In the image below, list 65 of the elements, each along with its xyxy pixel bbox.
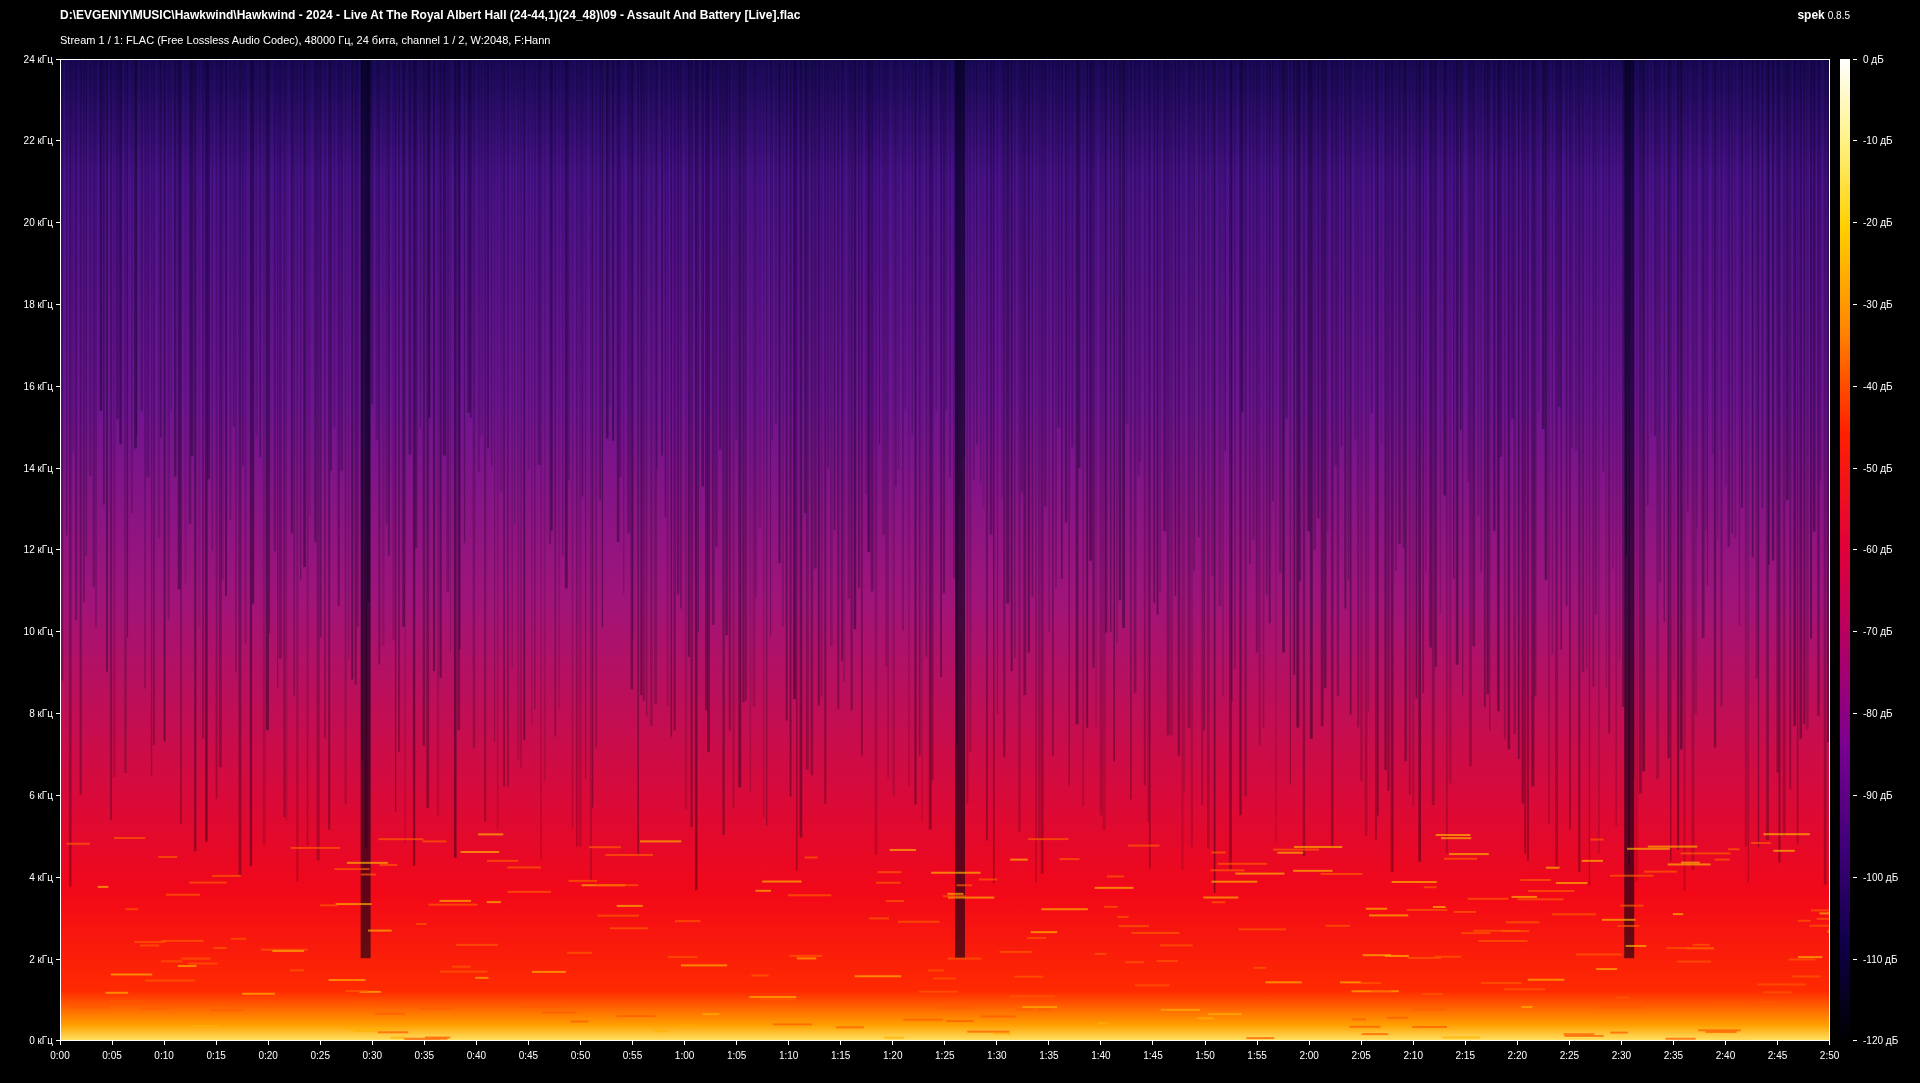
decibel-label: -110 дБ <box>1863 953 1898 965</box>
time-label: 2:10 <box>1403 1050 1423 1061</box>
decibel-label: -30 дБ <box>1863 299 1893 310</box>
time-label: 2:35 <box>1663 1050 1684 1061</box>
frequency-label: 20 кГц <box>23 217 53 229</box>
time-label: 2:05 <box>1351 1050 1371 1061</box>
time-label: 1:00 <box>674 1050 695 1061</box>
decibel-label: -100 дБ <box>1863 871 1899 883</box>
time-label: 1:35 <box>1039 1050 1059 1061</box>
frequency-label: 14 кГц <box>23 462 53 474</box>
time-label: 2:50 <box>1819 1050 1840 1061</box>
decibel-label: -60 дБ <box>1863 544 1893 556</box>
frequency-label: 12 кГц <box>23 544 53 556</box>
stream-info-text: Stream 1 / 1: FLAC (Free Lossless Audio Codec), 48000 Гц, 24 бита, channel 1 / 2, W:2048, F:Hann <box>60 34 552 46</box>
time-label: 0:25 <box>310 1050 330 1061</box>
app-version: 0.8.5 <box>1827 10 1850 21</box>
time-label: 0:15 <box>206 1050 226 1061</box>
time-label: 2:00 <box>1299 1050 1319 1061</box>
time-label: 2:15 <box>1455 1050 1475 1061</box>
time-label: 1:50 <box>1195 1050 1215 1061</box>
decibel-label: -40 дБ <box>1863 380 1893 392</box>
time-label: 0:40 <box>466 1050 487 1061</box>
time-label: 2:30 <box>1611 1050 1632 1061</box>
frequency-label: 16 кГц <box>23 380 53 392</box>
time-label: 2:20 <box>1507 1050 1528 1061</box>
frequency-label: 0 кГц <box>29 1035 53 1047</box>
time-label: 0:55 <box>622 1050 643 1061</box>
app-name: spek <box>1797 8 1825 22</box>
time-label: 0:05 <box>102 1050 122 1061</box>
time-label: 1:20 <box>883 1050 903 1061</box>
time-label: 2:25 <box>1559 1050 1580 1061</box>
time-label: 0:20 <box>258 1050 278 1061</box>
time-label: 0:00 <box>50 1050 70 1061</box>
decibel-label: -50 дБ <box>1863 462 1893 474</box>
frequency-label: 2 кГц <box>29 953 53 965</box>
frequency-label: 4 кГц <box>29 871 53 883</box>
time-label: 1:15 <box>830 1050 851 1061</box>
time-label: 0:45 <box>518 1050 539 1061</box>
decibel-label: -90 дБ <box>1863 789 1893 801</box>
decibel-label: -70 дБ <box>1863 626 1893 638</box>
frequency-label: 6 кГц <box>29 789 53 801</box>
time-label: 1:55 <box>1247 1050 1267 1061</box>
time-label: 0:50 <box>570 1050 591 1061</box>
frequency-label: 18 кГц <box>23 299 53 310</box>
frequency-label: 24 кГц <box>23 53 53 65</box>
decibel-label: -80 дБ <box>1863 708 1893 720</box>
decibel-label: 0 дБ <box>1863 53 1884 65</box>
time-label: 2:40 <box>1715 1050 1736 1061</box>
time-label: 2:45 <box>1767 1050 1788 1061</box>
decibel-label: -20 дБ <box>1863 217 1893 229</box>
time-label: 1:40 <box>1091 1050 1111 1061</box>
frequency-label: 8 кГц <box>29 708 53 720</box>
time-label: 0:35 <box>414 1050 435 1061</box>
decibel-label: -120 дБ <box>1863 1035 1899 1047</box>
frequency-label: 10 кГц <box>23 626 53 638</box>
time-label: 1:05 <box>726 1050 747 1061</box>
time-label: 1:45 <box>1143 1050 1163 1061</box>
time-label: 1:25 <box>935 1050 955 1061</box>
time-label: 0:10 <box>154 1050 174 1061</box>
decibel-label: -10 дБ <box>1863 135 1893 147</box>
time-label: 0:30 <box>362 1050 382 1061</box>
frequency-label: 22 кГц <box>23 135 53 147</box>
file-path-title: D:\EVGENIY\MUSIC\Hawkwind\Hawkwind - 2024 - Live At The Royal Albert Hall (24-44,1)(24_48)\09 - Assault And Battery [Live].flac <box>60 8 802 22</box>
time-label: 1:10 <box>778 1050 799 1061</box>
time-label: 1:30 <box>987 1050 1007 1061</box>
